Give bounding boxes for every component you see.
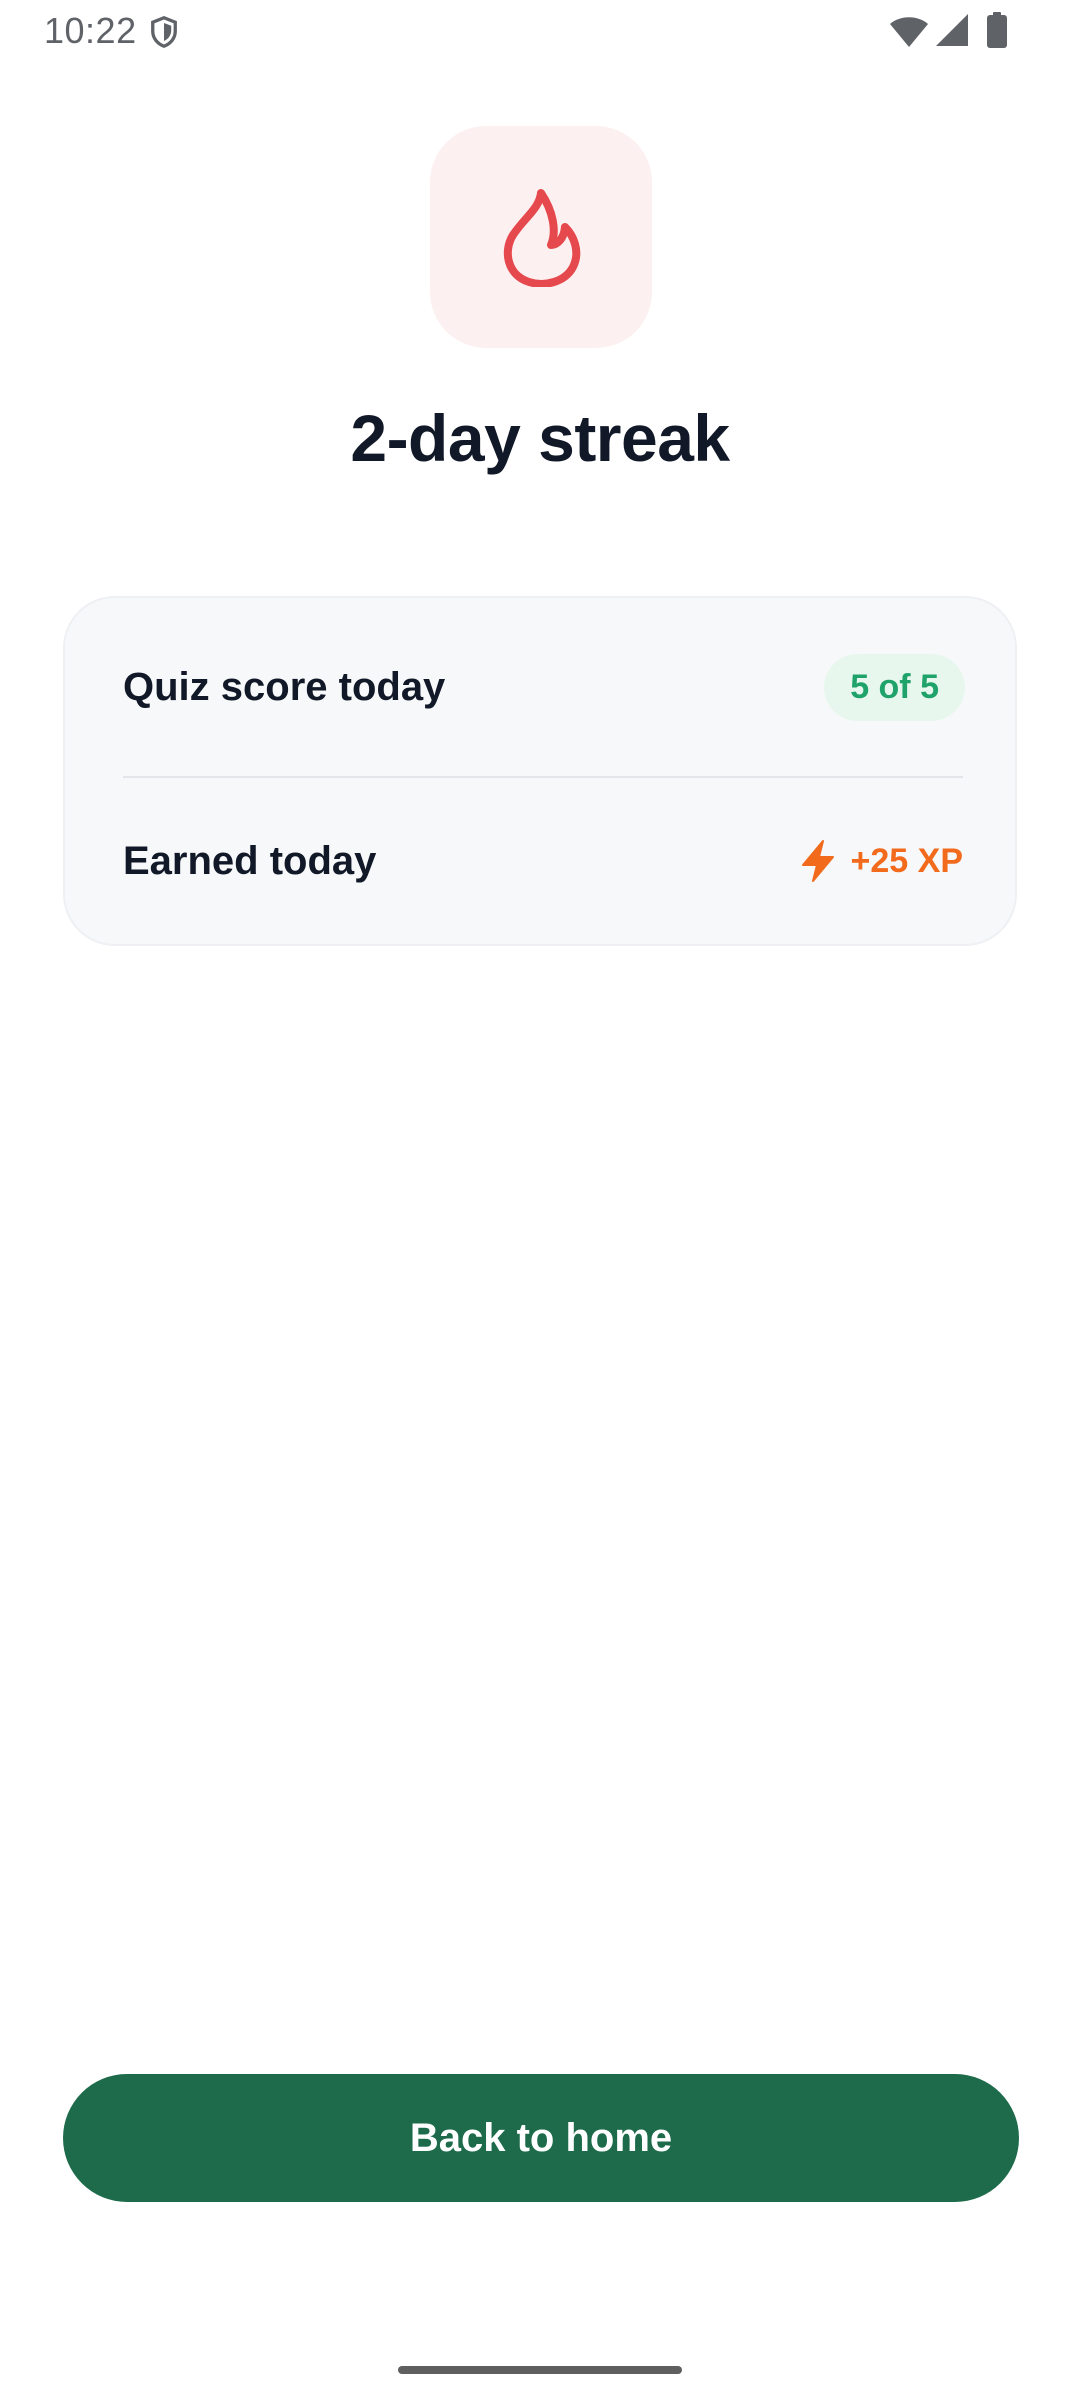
battery-icon	[987, 12, 1007, 48]
streak-badge	[430, 126, 652, 348]
cellular-signal-icon	[936, 14, 968, 46]
stats-card: Quiz score today 5 of 5 Earned today +25…	[63, 596, 1017, 946]
quiz-score-badge: 5 of 5	[824, 653, 965, 721]
divider	[123, 776, 963, 778]
earned-label: Earned today	[123, 838, 377, 883]
status-bar: 10:22	[0, 0, 1080, 62]
xp-earned: +25 XP	[799, 839, 963, 883]
flame-icon	[503, 189, 581, 287]
wifi-icon	[890, 17, 928, 47]
lightning-icon	[801, 840, 834, 882]
shield-icon	[151, 15, 177, 48]
xp-value: +25 XP	[850, 841, 963, 880]
earned-row: Earned today +25 XP	[123, 816, 963, 906]
gesture-navigation-bar[interactable]	[398, 2366, 682, 2374]
page-title: 2-day streak	[350, 401, 730, 475]
status-time: 10:22	[44, 10, 137, 51]
back-to-home-button[interactable]: Back to home	[63, 2074, 1019, 2202]
quiz-score-row: Quiz score today 5 of 5	[123, 642, 965, 732]
streak-screen: 10:22 2-day streak Quiz score today 5 of…	[0, 0, 1080, 2400]
quiz-score-label: Quiz score today	[123, 664, 446, 709]
